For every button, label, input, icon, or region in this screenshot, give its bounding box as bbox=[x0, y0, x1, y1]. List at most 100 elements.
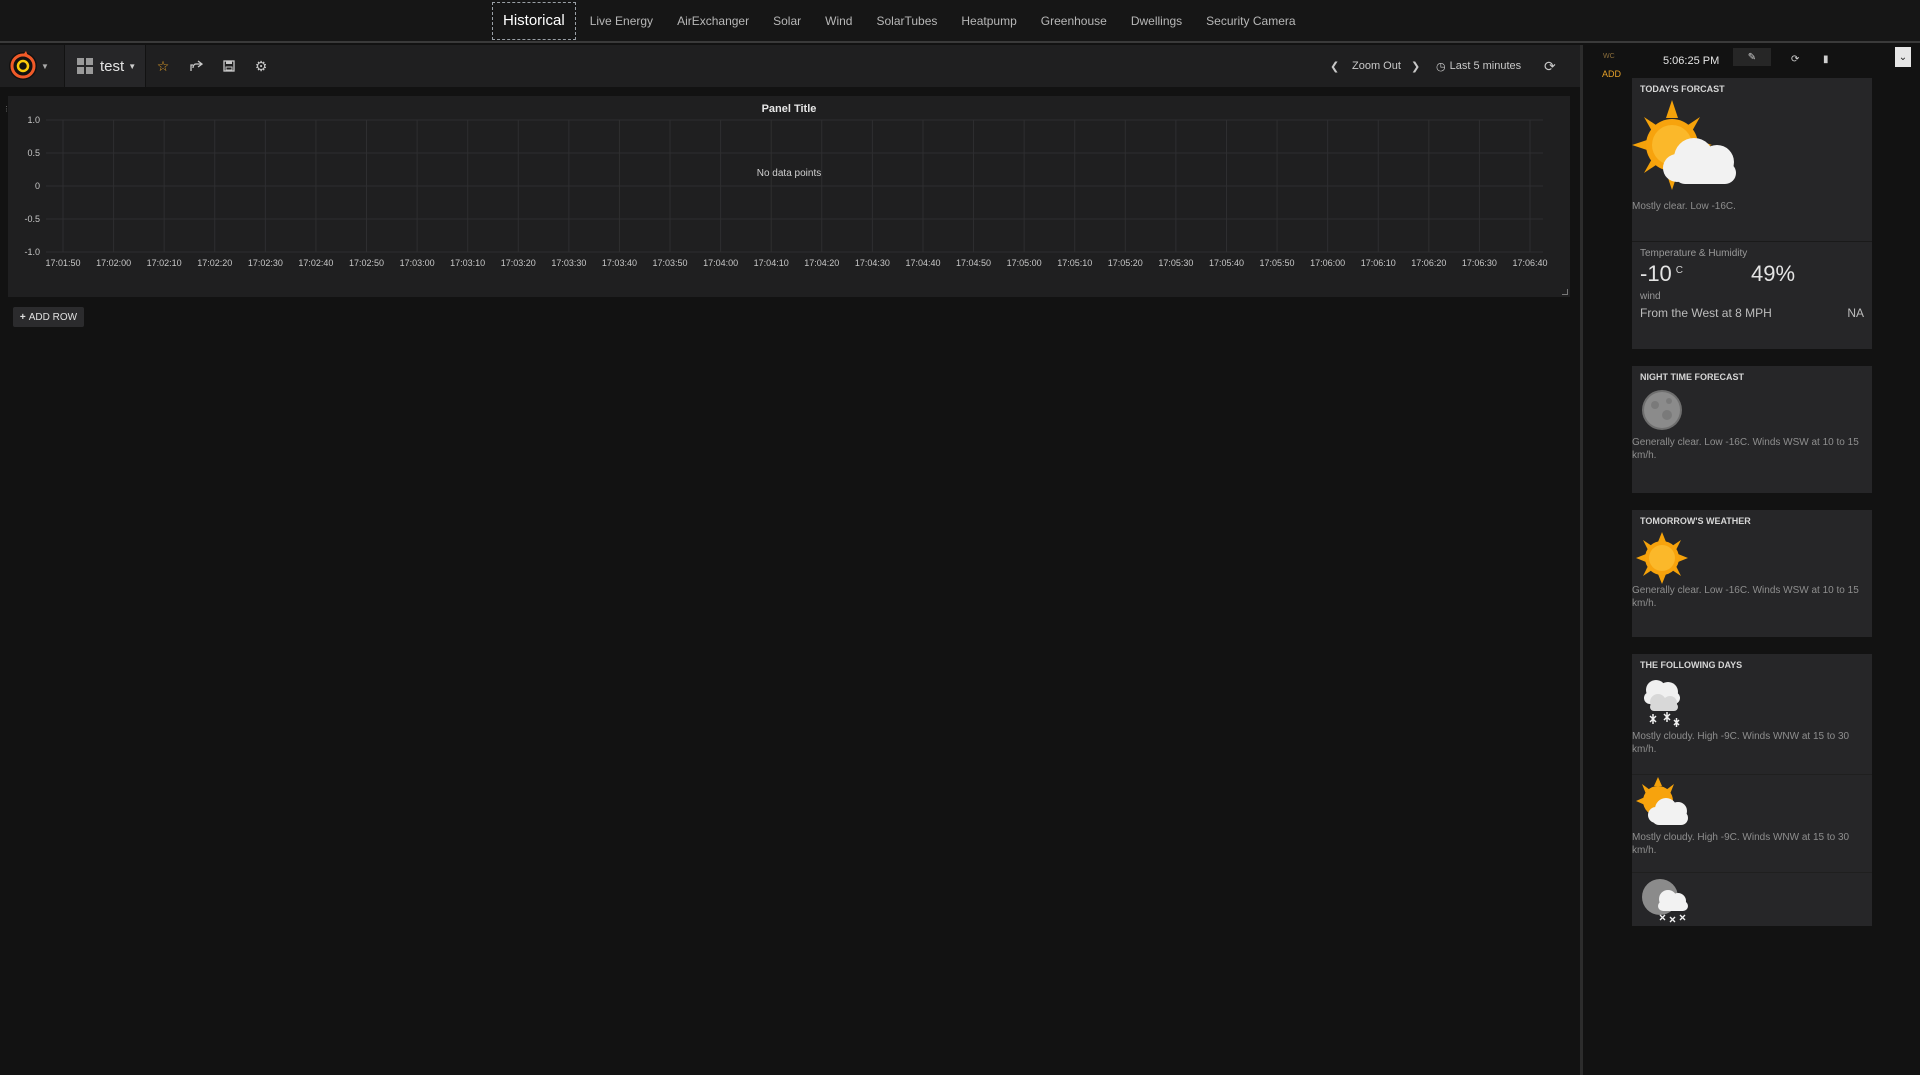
tab-solartubes[interactable]: SolarTubes bbox=[864, 2, 949, 40]
no-data-message: No data points bbox=[757, 168, 822, 179]
following-days-title: THE FOLLOWING DAYS bbox=[1640, 660, 1743, 670]
trash-icon[interactable]: ▮ bbox=[1823, 54, 1829, 65]
night-forecast-description: Generally clear. Low -16C. Winds WSW at … bbox=[1632, 437, 1859, 461]
wind-extra: NA bbox=[1847, 306, 1864, 320]
weather-sidebar: WC ADD 5:06:25 PM ✎ ⟳ ▮ ⌄ TODAY'S FORCAS… bbox=[1583, 45, 1920, 1075]
chevron-down-icon: ▼ bbox=[41, 61, 49, 71]
following-day-description: Mostly cloudy. High -9C. Winds WNW at 15… bbox=[1632, 731, 1850, 755]
y-tick-label: 0.5 bbox=[27, 148, 40, 158]
zoom-out-button[interactable]: Zoom Out bbox=[1352, 45, 1401, 87]
tab-solar[interactable]: Solar bbox=[761, 2, 813, 40]
sun-cloud-icon bbox=[1636, 777, 1688, 825]
x-tick-label: 17:06:30 bbox=[1462, 258, 1497, 268]
x-tick-label: 17:04:00 bbox=[703, 258, 738, 268]
x-tick-label: 17:01:50 bbox=[45, 258, 80, 268]
sun-cloud-icon bbox=[1632, 100, 1736, 190]
nav-tabs: Historical Live Energy AirExchanger Sola… bbox=[492, 2, 1308, 40]
temperature-unit: C bbox=[1675, 265, 1684, 276]
moon-icon bbox=[1642, 390, 1682, 430]
x-tick-label: 17:05:00 bbox=[1007, 258, 1042, 268]
add-link[interactable]: ADD bbox=[1602, 69, 1621, 79]
x-tick-label: 17:05:20 bbox=[1108, 258, 1143, 268]
top-navigation: Historical Live Energy AirExchanger Sola… bbox=[0, 0, 1920, 43]
following-day-item: Mostly cloudy. High -9C. Winds WNW at 15… bbox=[1632, 676, 1872, 774]
x-tick-label: 17:03:30 bbox=[551, 258, 586, 268]
sidebar-toolbar: WC ADD 5:06:25 PM ✎ ⟳ ▮ ⌄ bbox=[1583, 45, 1920, 79]
tab-historical[interactable]: Historical bbox=[492, 2, 576, 40]
graph-chart: 1.0 0.5 0 -0.5 -1.0 17:01:50 17:02:00 17:02:10 1… bbox=[24, 115, 1547, 268]
x-tick-label: 17:05:10 bbox=[1057, 258, 1092, 268]
x-tick-label: 17:06:40 bbox=[1512, 258, 1547, 268]
dashboard-title-button[interactable]: test ▼ bbox=[64, 45, 146, 87]
y-tick-label: 0 bbox=[35, 181, 40, 191]
tab-live-energy[interactable]: Live Energy bbox=[578, 2, 665, 40]
add-row-button[interactable]: + ADD ROW bbox=[13, 307, 84, 327]
time-range-picker[interactable]: ◷ Last 5 minutes bbox=[1436, 45, 1521, 87]
y-tick-label: -1.0 bbox=[24, 247, 40, 257]
tab-dwellings[interactable]: Dwellings bbox=[1119, 2, 1194, 40]
sun-icon bbox=[1636, 532, 1688, 584]
following-day-item: Mostly cloudy. High -9C. Winds WNW at 15… bbox=[1632, 774, 1872, 872]
panel-resize-handle[interactable] bbox=[1562, 289, 1568, 295]
today-forecast-description: Mostly clear. Low -16C. bbox=[1632, 201, 1736, 212]
temperature-value: -10 bbox=[1640, 261, 1672, 286]
grafana-logo-icon bbox=[9, 51, 37, 80]
panel-title[interactable]: Panel Title bbox=[8, 103, 1570, 115]
tomorrow-weather-description: Generally clear. Low -16C. Winds WSW at … bbox=[1632, 585, 1859, 609]
dashboard-title: test bbox=[100, 57, 125, 75]
save-icon[interactable] bbox=[214, 45, 244, 87]
night-forecast-title: NIGHT TIME FORECAST bbox=[1640, 372, 1744, 382]
tab-security-camera[interactable]: Security Camera bbox=[1194, 2, 1307, 40]
gear-icon[interactable]: ⚙ bbox=[246, 45, 276, 87]
tomorrow-weather-title: TOMORROW'S WEATHER bbox=[1640, 516, 1751, 526]
chevron-right-icon[interactable]: ❯ bbox=[1411, 45, 1420, 87]
x-tick-label: 17:03:40 bbox=[602, 258, 637, 268]
dashboard-grid-icon bbox=[77, 58, 93, 74]
tab-greenhouse[interactable]: Greenhouse bbox=[1029, 2, 1119, 40]
tab-airexchanger[interactable]: AirExchanger bbox=[665, 2, 761, 40]
row-drag-handle[interactable]: ⋮ bbox=[3, 106, 10, 113]
tab-wind[interactable]: Wind bbox=[813, 2, 864, 40]
temp-humidity-section: Temperature & Humidity -10 C 49% wind Fr… bbox=[1632, 241, 1872, 342]
x-tick-label: 17:06:10 bbox=[1361, 258, 1396, 268]
tab-heatpump[interactable]: Heatpump bbox=[949, 2, 1028, 40]
grafana-menu-button[interactable]: ▼ bbox=[8, 50, 58, 82]
x-tick-label: 17:05:40 bbox=[1209, 258, 1244, 268]
x-tick-label: 17:04:40 bbox=[905, 258, 940, 268]
chevron-down-icon[interactable]: ⌄ bbox=[1895, 47, 1911, 67]
graph-panel: ⋮ 1.0 0.5 0 -0.5 -1.0 17:01:50 17:02:00 17:02:1… bbox=[3, 96, 1570, 297]
x-tick-label: 17:02:30 bbox=[248, 258, 283, 268]
wrench-icon[interactable]: ✎ bbox=[1733, 48, 1771, 66]
x-tick-label: 17:02:40 bbox=[298, 258, 333, 268]
tomorrow-weather-card: TOMORROW'S WEATHER Generally clear. Low … bbox=[1632, 510, 1872, 637]
wind-text: From the West at 8 MPH bbox=[1640, 306, 1772, 320]
x-tick-label: 17:06:00 bbox=[1310, 258, 1345, 268]
time-range-label: Last 5 minutes bbox=[1449, 60, 1522, 72]
x-tick-label: 17:04:10 bbox=[754, 258, 789, 268]
star-icon[interactable]: ☆ bbox=[148, 45, 178, 87]
x-tick-label: 17:04:50 bbox=[956, 258, 991, 268]
following-days-card: THE FOLLOWING DAYS Mostly cloudy. High -… bbox=[1632, 654, 1872, 926]
moon-snow-cloud-icon bbox=[1642, 879, 1688, 923]
following-day-description: Mostly cloudy. High -9C. Winds WNW at 15… bbox=[1632, 832, 1850, 856]
y-tick-label: 1.0 bbox=[27, 115, 40, 125]
x-tick-label: 17:03:00 bbox=[400, 258, 435, 268]
x-tick-label: 17:02:20 bbox=[197, 258, 232, 268]
refresh-icon[interactable]: ⟳ bbox=[1791, 54, 1799, 65]
dashboard-area: ▼ test ▼ ☆ ⚙ ❮ Zoom Out ❯ ◷ Last 5 minut… bbox=[0, 45, 1580, 1075]
today-forecast-card: TODAY'S FORCAST Mostly clear. Low -16C. … bbox=[1632, 78, 1872, 349]
temp-humidity-label: Temperature & Humidity bbox=[1640, 248, 1748, 259]
today-forecast-title: TODAY'S FORCAST bbox=[1640, 84, 1725, 94]
clock-time: 5:06:25 PM bbox=[1663, 55, 1720, 67]
refresh-icon[interactable]: ⟳ bbox=[1544, 45, 1556, 87]
clock-icon: ◷ bbox=[1436, 60, 1446, 73]
x-tick-label: 17:04:30 bbox=[855, 258, 890, 268]
x-tick-label: 17:03:10 bbox=[450, 258, 485, 268]
chevron-left-icon[interactable]: ❮ bbox=[1330, 45, 1339, 87]
following-day-item bbox=[1632, 872, 1872, 924]
x-tick-label: 17:05:50 bbox=[1260, 258, 1295, 268]
add-row-label: ADD ROW bbox=[28, 311, 78, 323]
plus-icon: + bbox=[19, 311, 26, 323]
share-icon[interactable] bbox=[181, 45, 211, 87]
wc-label: WC bbox=[1603, 53, 1615, 60]
